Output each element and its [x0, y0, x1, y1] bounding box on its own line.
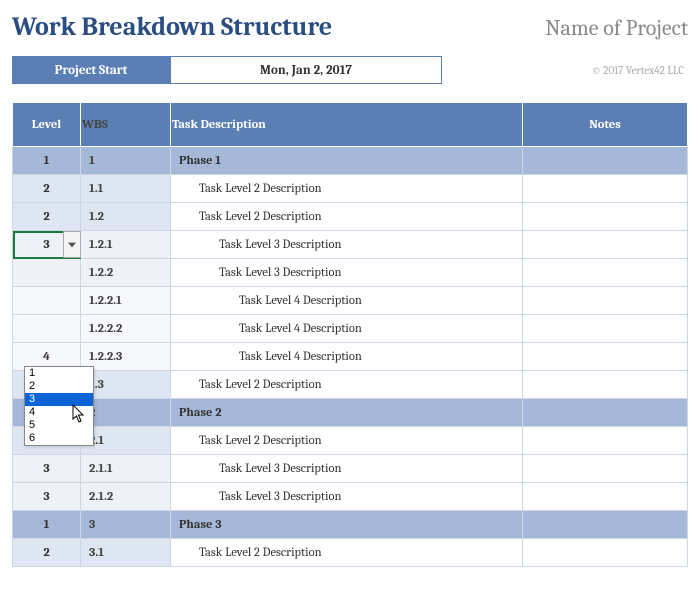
- cell-wbs[interactable]: 1.2.2: [81, 259, 171, 287]
- dropdown-arrow-icon[interactable]: [63, 231, 81, 258]
- dropdown-option[interactable]: 6: [25, 432, 93, 445]
- dropdown-option[interactable]: 5: [25, 419, 93, 432]
- table-row: 12Phase 2: [13, 399, 688, 427]
- cell-notes[interactable]: [523, 231, 688, 259]
- header: Work Breakdown Structure Name of Project: [12, 12, 688, 42]
- table-row: 13Phase 3: [13, 511, 688, 539]
- cell-wbs[interactable]: 1.2.2.1: [81, 287, 171, 315]
- cell-level[interactable]: [13, 315, 81, 343]
- cell-notes[interactable]: [523, 539, 688, 567]
- cell-level[interactable]: 2: [13, 203, 81, 231]
- level-dropdown-list[interactable]: 123456: [24, 366, 94, 446]
- table-row: 11Phase 1: [13, 147, 688, 175]
- col-header-level: Level: [13, 103, 81, 147]
- cell-wbs[interactable]: 2.1: [81, 427, 171, 455]
- cell-wbs[interactable]: 1.3: [81, 371, 171, 399]
- cell-level[interactable]: 2: [13, 175, 81, 203]
- cell-notes[interactable]: [523, 427, 688, 455]
- col-header-notes: Notes: [523, 103, 688, 147]
- cell-description[interactable]: Task Level 4 Description: [171, 315, 523, 343]
- cell-level[interactable]: 2: [13, 539, 81, 567]
- cell-description[interactable]: Phase 3: [171, 511, 523, 539]
- table-row: 31.2.1Task Level 3 Description: [13, 231, 688, 259]
- cell-wbs[interactable]: 3.1: [81, 539, 171, 567]
- cell-notes[interactable]: [523, 287, 688, 315]
- project-start-date[interactable]: Mon, Jan 2, 2017: [170, 56, 442, 84]
- cell-wbs[interactable]: 1.2: [81, 203, 171, 231]
- page-title: Work Breakdown Structure: [12, 12, 332, 42]
- cell-description[interactable]: Task Level 2 Description: [171, 203, 523, 231]
- cell-description[interactable]: Task Level 2 Description: [171, 427, 523, 455]
- cell-wbs[interactable]: 1.2.2.2: [81, 315, 171, 343]
- cell-notes[interactable]: [523, 203, 688, 231]
- dropdown-option[interactable]: 4: [25, 406, 93, 419]
- cell-description[interactable]: Task Level 2 Description: [171, 371, 523, 399]
- table-row: 22.1Task Level 2 Description: [13, 427, 688, 455]
- table-row: 32.1.2Task Level 3 Description: [13, 483, 688, 511]
- project-start-label: Project Start: [12, 56, 170, 84]
- cell-description[interactable]: Task Level 3 Description: [171, 455, 523, 483]
- cell-wbs[interactable]: 1: [81, 147, 171, 175]
- col-header-desc: Task Description: [171, 103, 523, 147]
- col-header-wbs: WBS: [81, 103, 171, 147]
- cell-description[interactable]: Task Level 4 Description: [171, 343, 523, 371]
- table-row: 1.2.2.1Task Level 4 Description: [13, 287, 688, 315]
- table-row: 21.3Task Level 2 Description: [13, 371, 688, 399]
- cell-description[interactable]: Task Level 2 Description: [171, 175, 523, 203]
- cell-notes[interactable]: [523, 259, 688, 287]
- cell-wbs[interactable]: 3: [81, 511, 171, 539]
- cell-notes[interactable]: [523, 371, 688, 399]
- cell-description[interactable]: Task Level 3 Description: [171, 259, 523, 287]
- cell-notes[interactable]: [523, 147, 688, 175]
- table-row: 23.1Task Level 2 Description: [13, 539, 688, 567]
- dropdown-option[interactable]: 1: [25, 367, 93, 380]
- wbs-table: Level WBS Task Description Notes 11Phase…: [12, 102, 688, 567]
- cell-description[interactable]: Task Level 4 Description: [171, 287, 523, 315]
- dropdown-option[interactable]: 2: [25, 380, 93, 393]
- cell-level[interactable]: 1: [13, 511, 81, 539]
- project-start-row: Project Start Mon, Jan 2, 2017 © 2017 Ve…: [12, 56, 688, 84]
- cell-level[interactable]: 3: [13, 455, 81, 483]
- cell-wbs[interactable]: 2: [81, 399, 171, 427]
- table-row: 41.2.2.3Task Level 4 Description: [13, 343, 688, 371]
- cell-wbs[interactable]: 1.2.2.3: [81, 343, 171, 371]
- cell-notes[interactable]: [523, 315, 688, 343]
- cell-level[interactable]: [13, 259, 81, 287]
- project-name: Name of Project: [545, 15, 688, 41]
- cell-notes[interactable]: [523, 511, 688, 539]
- table-row: 21.2Task Level 2 Description: [13, 203, 688, 231]
- cell-wbs[interactable]: 1.1: [81, 175, 171, 203]
- cell-wbs[interactable]: 2.1.1: [81, 455, 171, 483]
- table-row: 1.2.2.2Task Level 4 Description: [13, 315, 688, 343]
- cell-description[interactable]: Phase 2: [171, 399, 523, 427]
- cell-wbs[interactable]: 2.1.2: [81, 483, 171, 511]
- cell-description[interactable]: Task Level 3 Description: [171, 231, 523, 259]
- cell-level[interactable]: 3: [13, 231, 81, 259]
- cell-level[interactable]: [13, 287, 81, 315]
- header-row: Level WBS Task Description Notes: [13, 103, 688, 147]
- table-row: 21.1Task Level 2 Description: [13, 175, 688, 203]
- cell-notes[interactable]: [523, 455, 688, 483]
- cell-wbs[interactable]: 1.2.1: [81, 231, 171, 259]
- cell-notes[interactable]: [523, 343, 688, 371]
- table-row: 1.2.2Task Level 3 Description: [13, 259, 688, 287]
- copyright: © 2017 Vertex42 LLC: [592, 56, 688, 84]
- cell-description[interactable]: Phase 1: [171, 147, 523, 175]
- cell-description[interactable]: Task Level 3 Description: [171, 483, 523, 511]
- cell-level[interactable]: 3: [13, 483, 81, 511]
- cell-notes[interactable]: [523, 399, 688, 427]
- cell-notes[interactable]: [523, 175, 688, 203]
- cell-level[interactable]: 1: [13, 147, 81, 175]
- cell-description[interactable]: Task Level 2 Description: [171, 539, 523, 567]
- table-row: 32.1.1Task Level 3 Description: [13, 455, 688, 483]
- dropdown-option[interactable]: 3: [25, 393, 93, 406]
- cell-notes[interactable]: [523, 483, 688, 511]
